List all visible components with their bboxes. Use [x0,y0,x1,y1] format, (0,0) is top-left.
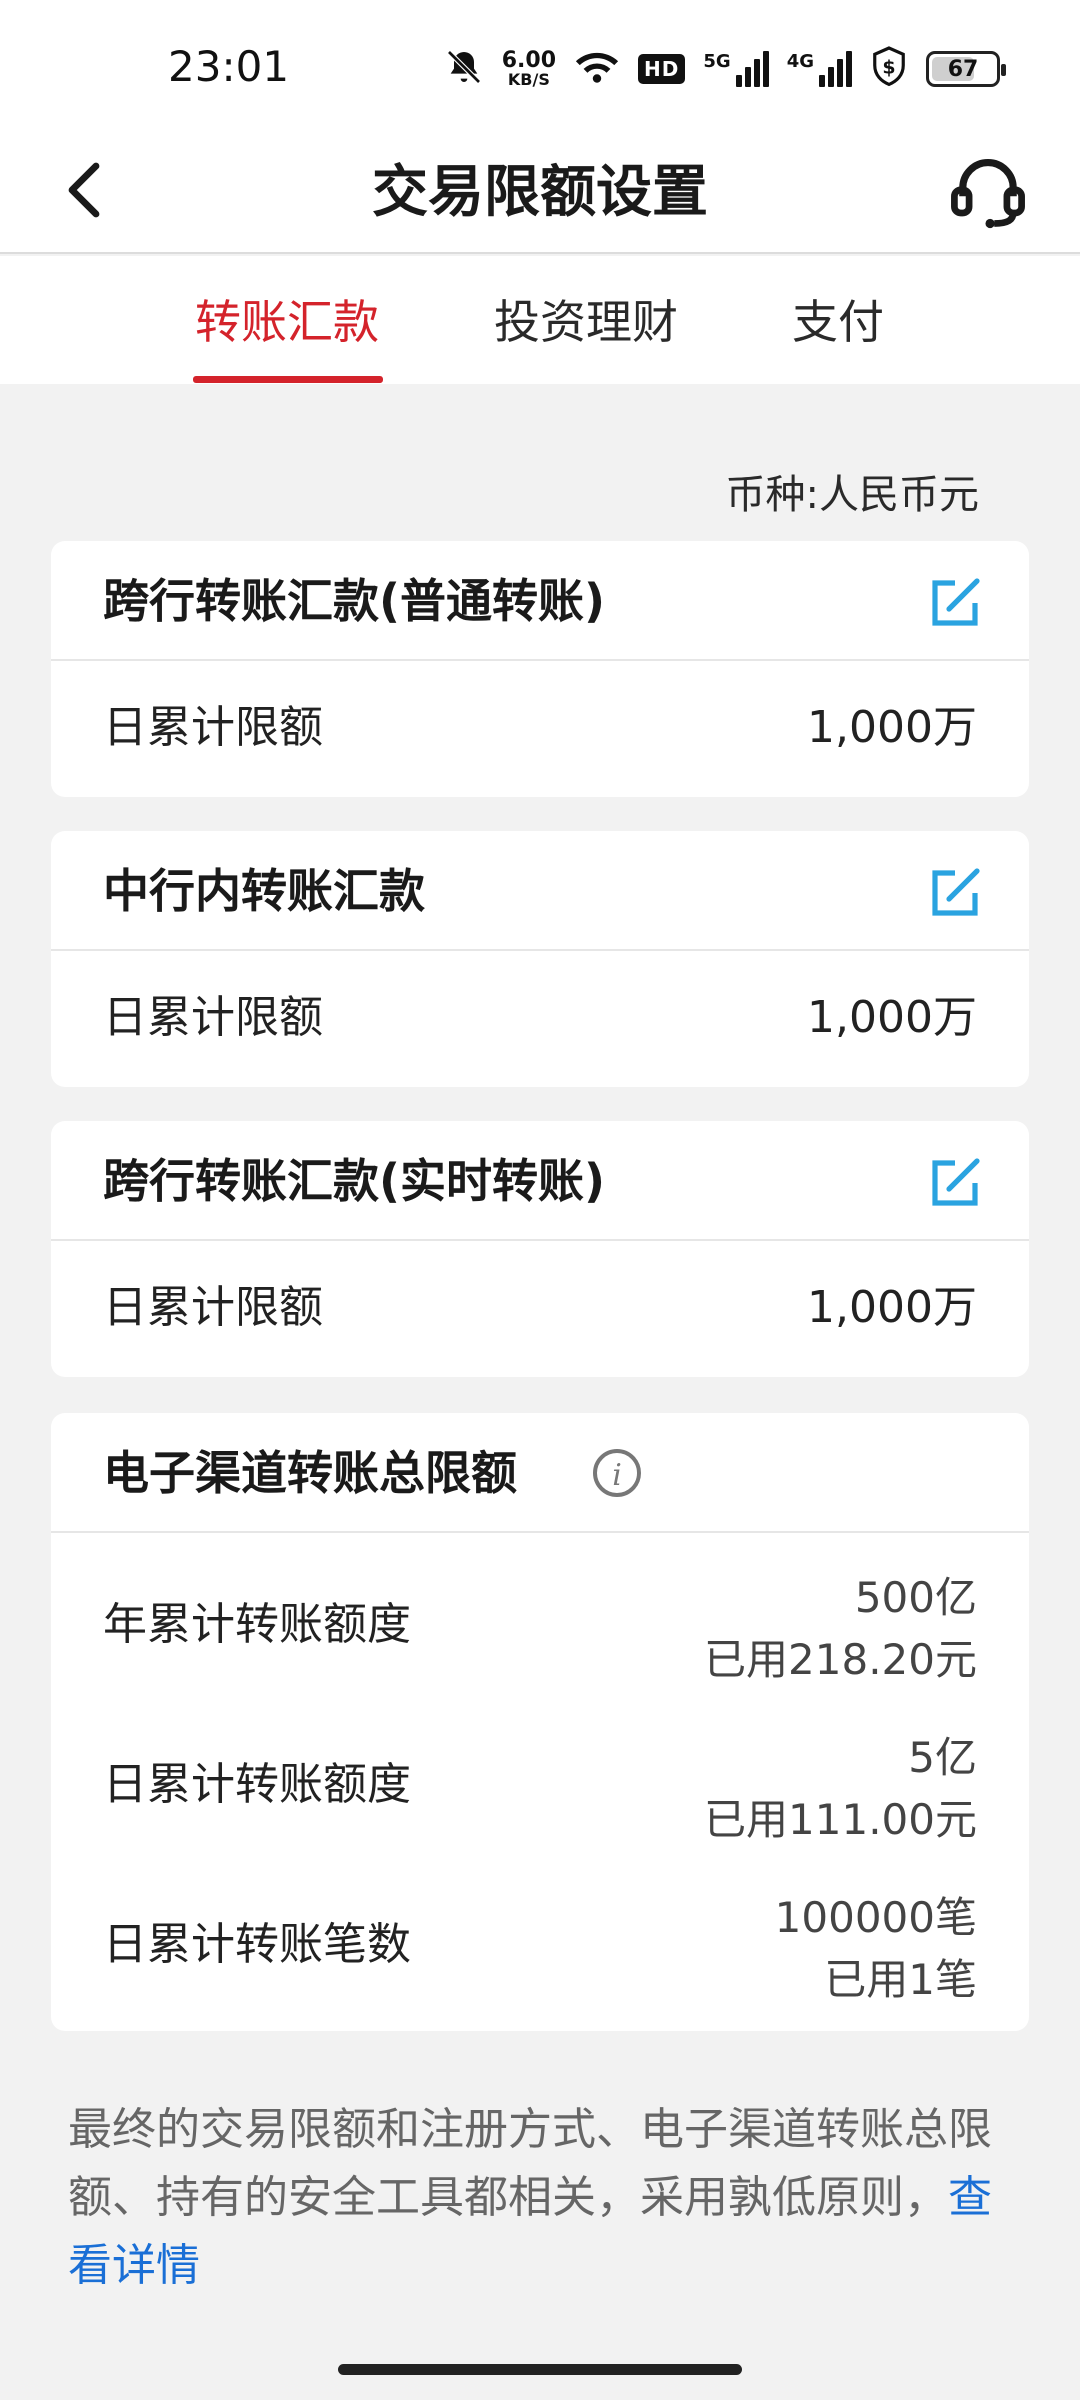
quota-values: 100000笔 已用1笔 [775,1887,977,2011]
card-title: 中行内转账汇款 [103,864,425,918]
tab-payment[interactable]: 支付 [792,286,884,352]
daily-limit-row: 日累计限额 1,000万 [51,1241,1029,1375]
currency-note: 币种:人民币元 [725,472,979,518]
status-time: 23:01 [168,42,290,91]
card-header: 跨行转账汇款(普通转账) [51,541,1029,661]
limit-card-intrabank: 中行内转账汇款 日累计限额 1,000万 [51,831,1029,1087]
quota-used: 已用1笔 [824,1955,977,2004]
signal-bar [753,59,760,87]
quota-used: 已用218.20元 [704,1635,977,1684]
signal-bar [762,51,769,87]
headset-icon [951,159,1025,229]
footer-note: 最终的交易限额和注册方式、电子渠道转账总限额、持有的安全工具都相关，采用孰低原则… [68,2096,1018,2300]
daily-limit-row: 日累计限额 1,000万 [51,951,1029,1085]
signal-bar [744,67,751,87]
tab-transfer[interactable]: 转账汇款 [195,286,379,352]
signal-bar [819,75,825,87]
info-icon: i [593,1449,641,1497]
quota-row-daily-amount: 日累计转账额度 5亿 已用111.00元 [51,1705,1029,1865]
edit-button[interactable] [927,1155,983,1211]
row-value: 1,000万 [807,702,977,753]
signal-bar [735,75,742,87]
info-button[interactable]: i [591,1447,643,1499]
row-label: 日累计限额 [103,702,323,753]
edit-icon [932,868,980,916]
total-limit-card: 电子渠道转账总限额 i 年累计转账额度 500亿 已用218.20元 日累计转账… [51,1413,1029,2031]
card-header: 电子渠道转账总限额 i [51,1413,1029,1533]
card-header: 跨行转账汇款(实时转账) [51,1121,1029,1241]
mute-bell-icon [444,47,484,91]
quota-limit: 100000笔 [774,1893,977,1942]
quota-row-daily-count: 日累计转账笔数 100000笔 已用1笔 [51,1865,1029,2025]
signal-bar [837,59,843,87]
quota-used: 已用111.00元 [704,1795,977,1844]
tab-investment[interactable]: 投资理财 [494,286,678,352]
edit-icon [932,1158,980,1206]
transaction-limit-settings-page: 23:01 6.00 KB/S HD 5G 4G $ 67 交易限额设置 转账汇… [0,0,1080,2400]
footer-note-text: 最终的交易限额和注册方式、电子渠道转账总限额、持有的安全工具都相关，采用孰低原则… [68,2104,992,2223]
quota-label: 日累计转账笔数 [103,1919,411,1970]
shield-dollar-icon: $ [870,46,908,92]
signal-5g: 5G [703,51,769,87]
status-bar: 23:01 6.00 KB/S HD 5G 4G $ 67 [0,0,1080,130]
card-title: 跨行转账汇款(实时转账) [103,1154,606,1208]
edit-button[interactable] [927,865,983,921]
row-value: 1,000万 [807,992,977,1043]
quota-label: 日累计转账额度 [103,1759,411,1810]
svg-text:i: i [612,1458,622,1493]
network-speed-value: 6.00 [501,48,557,73]
quota-row-yearly: 年累计转账额度 500亿 已用218.20元 [51,1545,1029,1705]
quota-label: 年累计转账额度 [103,1599,411,1650]
signal-5g-label: 5G [703,51,731,72]
page-title: 交易限额设置 [372,160,708,225]
signal-bar [846,51,852,87]
quota-values: 5亿 已用111.00元 [704,1727,977,1851]
daily-limit-row: 日累计限额 1,000万 [51,661,1029,795]
battery-level: 67 [947,56,979,82]
network-speed-unit: KB/S [507,70,550,89]
battery-icon: 67 [926,51,1006,87]
limit-card-interbank-realtime: 跨行转账汇款(实时转账) 日累计限额 1,000万 [51,1121,1029,1377]
quota-limit: 500亿 [854,1573,977,1622]
quota-values: 500亿 已用218.20元 [704,1567,977,1691]
edit-button[interactable] [927,575,983,631]
signal-4g: 4G [787,51,852,87]
edit-icon [932,578,980,626]
row-value: 1,000万 [807,1282,977,1333]
card-title: 跨行转账汇款(普通转账) [103,574,606,628]
home-indicator[interactable] [338,2364,742,2375]
status-icons: 6.00 KB/S HD 5G 4G $ 67 [444,44,1006,94]
hd-voice-badge: HD [638,54,686,84]
nav-header: 交易限额设置 [0,130,1080,254]
row-label: 日累计限额 [103,1282,323,1333]
card-title: 电子渠道转账总限额 [103,1446,517,1500]
card-header: 中行内转账汇款 [51,831,1029,951]
active-tab-indicator [193,376,383,383]
row-label: 日累计限额 [103,992,323,1043]
signal-bar [828,67,834,87]
signal-4g-label: 4G [786,51,814,72]
svg-text:$: $ [882,56,895,78]
tab-bar: 转账汇款 投资理财 支付 [0,256,1080,384]
wifi-icon [574,47,620,91]
limit-card-interbank-normal: 跨行转账汇款(普通转账) 日累计限额 1,000万 [51,541,1029,797]
customer-service-button[interactable] [940,144,1036,240]
network-speed: 6.00 KB/S [502,50,556,88]
quota-limit: 5亿 [908,1733,977,1782]
